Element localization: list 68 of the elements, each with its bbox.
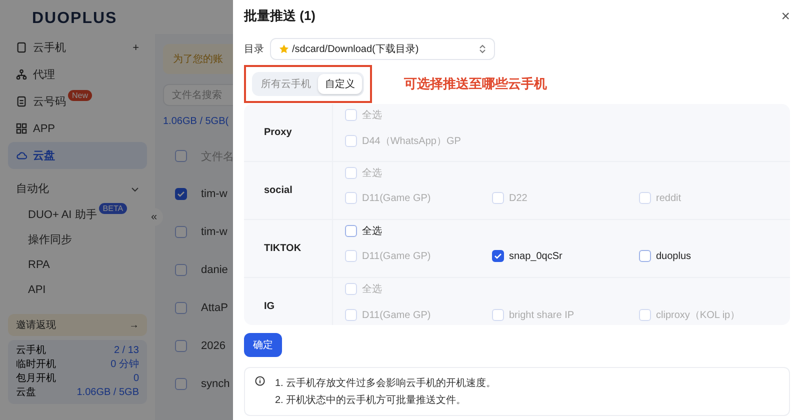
cloud-icon: [16, 150, 27, 161]
row-checkbox[interactable]: [175, 188, 187, 200]
star-icon: [279, 44, 289, 54]
stat-label: 云盘: [16, 387, 36, 399]
tip-text: 2. 开机状态中的云手机方可批量推送文件。: [275, 394, 468, 407]
stat-value: 2 / 13: [114, 345, 139, 357]
sidebar-item[interactable]: RPA: [20, 252, 147, 277]
invite-banner[interactable]: 邀请返现 →: [8, 314, 147, 336]
group-name: TIKTOK: [264, 243, 302, 254]
storage-text: 1.06GB / 5GB(: [163, 116, 229, 127]
chevron-icon: [131, 184, 139, 192]
check-icon: [177, 190, 185, 198]
add-icon[interactable]: +: [132, 42, 139, 54]
phone-icon: [16, 42, 27, 53]
directory-select[interactable]: /sdcard/Download(下载目录): [270, 38, 495, 60]
phone-checkbox[interactable]: duoplus: [639, 250, 786, 262]
updown-icon: [479, 44, 486, 54]
phone-checkbox[interactable]: 全选: [345, 224, 382, 238]
tip-text: 1. 云手机存放文件过多会影响云手机的开机速度。: [275, 376, 496, 390]
stat-value: 0: [133, 373, 139, 385]
info-icon: [255, 376, 265, 386]
group-name: IG: [264, 301, 275, 312]
sidebar-item[interactable]: APP: [8, 115, 147, 142]
beta-badge: BETA: [98, 203, 128, 214]
row-checkbox[interactable]: [175, 226, 187, 238]
arrow-icon: →: [129, 320, 139, 330]
notice-text: 为了您的账: [173, 52, 223, 66]
file-name: AttaP: [201, 302, 228, 314]
file-name: 2026: [201, 340, 226, 352]
sidebar-item[interactable]: API: [20, 277, 147, 302]
stat-label: 临时开机: [16, 359, 56, 371]
confirm-button[interactable]: 确定: [244, 333, 282, 357]
row-checkbox[interactable]: [175, 378, 187, 390]
directory-label: 目录: [244, 43, 264, 56]
invite-label: 邀请返现: [16, 318, 56, 332]
network-icon: [16, 69, 27, 80]
row-checkbox[interactable]: [175, 340, 187, 352]
annotation-text: 可选择推送至哪些云手机: [404, 75, 547, 93]
phone-checkbox[interactable]: snap_0qcSr: [492, 250, 639, 262]
row-checkbox[interactable]: [175, 150, 187, 162]
file-name: synch: [201, 378, 230, 390]
sidebar-item[interactable]: DUO+ AI 助手 BETA: [20, 202, 147, 227]
sidebar-item[interactable]: 云号码 New: [8, 88, 147, 115]
file-name: tim-w: [201, 226, 228, 238]
group-name: Proxy: [264, 127, 292, 138]
sidebar-section[interactable]: 自动化: [8, 175, 147, 202]
stat-value: 0 分钟: [110, 359, 139, 371]
dialog-title: 批量推送 (1): [244, 7, 316, 25]
sidebar-item[interactable]: 代理: [8, 61, 147, 88]
scope-tab[interactable]: 所有云手机: [254, 74, 318, 94]
file-name: tim-w: [201, 188, 228, 200]
sidebar-item[interactable]: 操作同步: [20, 227, 147, 252]
grid-icon: [16, 123, 27, 134]
sidebar-item[interactable]: 云盘: [8, 142, 147, 169]
row-checkbox[interactable]: [175, 264, 187, 276]
document-icon: [16, 96, 27, 107]
close-button[interactable]: ×: [781, 8, 790, 24]
logo: DUOPLUS: [31, 9, 118, 29]
file-name: danie: [201, 264, 228, 276]
group-name: social: [264, 185, 292, 196]
new-badge: New: [68, 90, 92, 101]
scope-tab[interactable]: 自定义: [318, 74, 362, 94]
sidebar-item[interactable]: 云手机 +: [8, 34, 147, 61]
check-icon: [494, 252, 502, 260]
stat-value: 1.06GB / 5GB: [76, 387, 139, 399]
row-checkbox[interactable]: [175, 302, 187, 314]
stat-label: 云手机: [16, 345, 46, 357]
stat-label: 包月开机: [16, 373, 56, 385]
